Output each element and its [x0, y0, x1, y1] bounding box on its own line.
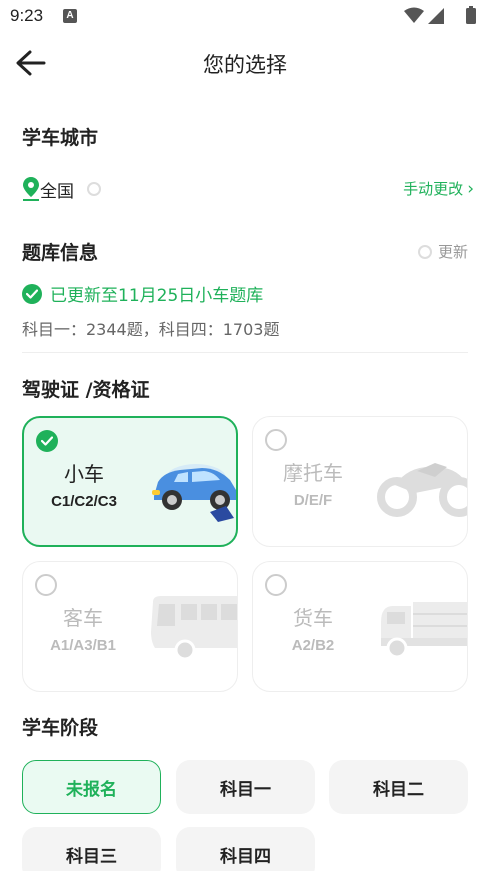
license-card-truck[interactable]: 货车 A2/B2 — [252, 561, 468, 692]
check-circle-icon — [22, 283, 42, 304]
wifi-icon — [404, 7, 424, 23]
updated-status: 已更新至11月25日小车题库 — [22, 281, 263, 306]
manual-change-label: 手动更改 — [403, 180, 464, 198]
motorcycle-icon — [377, 463, 467, 517]
bus-icon — [151, 596, 237, 661]
page-title: 您的选择 — [203, 53, 287, 77]
license-code: C1/C2/C3 — [51, 493, 117, 510]
license-name: 货车 — [293, 606, 333, 630]
update-label: 更新 — [437, 243, 468, 261]
truck-icon — [381, 602, 467, 659]
radio-checked-icon — [36, 430, 58, 452]
radio-icon — [265, 574, 287, 596]
license-code: D/E/F — [293, 492, 333, 509]
current-city: 全国 — [40, 182, 74, 202]
location-pin-icon — [23, 177, 39, 201]
stage-button-subject-4[interactable]: 科目四 — [176, 827, 315, 871]
status-icons — [404, 6, 476, 24]
radio-icon — [35, 574, 57, 596]
notification-icon: A — [63, 9, 77, 23]
status-time: 9:23 — [10, 6, 44, 25]
city-section-title: 学车城市 — [22, 127, 99, 149]
license-name: 摩托车 — [283, 461, 343, 485]
refresh-icon — [417, 244, 432, 259]
update-button[interactable]: 更新 — [417, 241, 468, 262]
license-name: 客车 — [63, 606, 103, 630]
status-bar: 9:23 A — [0, 0, 490, 34]
question-counts: 科目一：2344题，科目四：1703题 — [22, 320, 280, 339]
stage-button-subject-3[interactable]: 科目三 — [22, 827, 161, 871]
bank-section-title: 题库信息 — [22, 242, 99, 264]
car-icon — [152, 464, 236, 522]
loading-spinner-icon — [87, 182, 101, 196]
license-code: A2/B2 — [291, 637, 335, 654]
divider — [22, 352, 468, 353]
stage-button-subject-1[interactable]: 科目一 — [176, 760, 315, 814]
license-name: 小车 — [64, 462, 104, 486]
signal-icon — [428, 8, 444, 24]
updated-text: 已更新至11月25日小车题库 — [50, 286, 264, 306]
manual-change-button[interactable]: 手动更改 › — [403, 178, 474, 199]
license-card-bus[interactable]: 客车 A1/A3/B1 — [22, 561, 238, 692]
battery-icon — [466, 8, 476, 24]
license-card-car[interactable]: 小车 C1/C2/C3 — [22, 416, 238, 547]
stage-section-title: 学车阶段 — [22, 717, 99, 739]
radio-icon — [265, 429, 287, 451]
stage-button-subject-2[interactable]: 科目二 — [329, 760, 468, 814]
license-card-motorcycle[interactable]: 摩托车 D/E/F — [252, 416, 468, 547]
stage-button-not-registered[interactable]: 未报名 — [22, 760, 161, 814]
license-section-title: 驾驶证 /资格证 — [22, 379, 150, 401]
chevron-right-icon: › — [467, 178, 474, 199]
license-code: A1/A3/B1 — [50, 637, 116, 654]
